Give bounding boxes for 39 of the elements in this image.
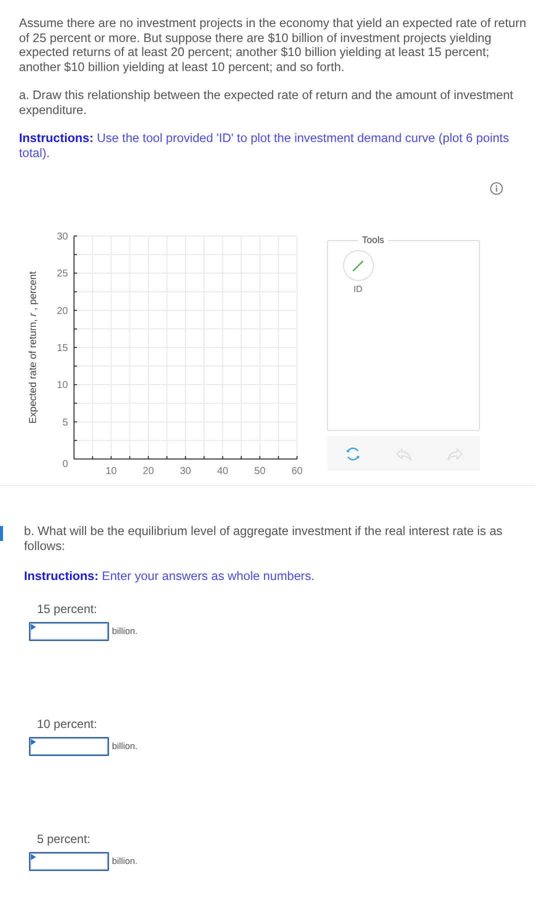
unit-label: billion. <box>112 741 138 751</box>
reset-icon <box>344 446 360 462</box>
y-axis-label: Expected rate of return, r , percent <box>28 271 39 424</box>
tools-title: Tools <box>361 235 386 246</box>
part-a-text: a. Draw this relationship between the expected rate of return and the amount of investment expenditure. <box>19 88 514 117</box>
y-tick-label: 15 <box>56 343 68 354</box>
answer-field[interactable] <box>29 622 109 640</box>
redo-icon <box>446 446 462 460</box>
reset-button[interactable] <box>344 444 362 462</box>
y-tick-label: 0 <box>62 459 68 470</box>
undo-icon <box>396 446 412 460</box>
x-tick-label: 30 <box>180 466 192 477</box>
question-text: Assume there are no investment projects in the economy that yield an expected rate of return of 25 percent or more. But suppose there are $10 billion of investment projects yielding expected returns of at least 20 percent; another $10 billion yielding at least 15 percent; another $10 billion yielding at least 10 percent; and so forth. <box>19 16 528 74</box>
y-tick-label: 30 <box>56 232 68 242</box>
unit-label: billion. <box>112 626 138 636</box>
y-tick-label: 10 <box>56 380 68 392</box>
instructions-text: Instructions: Use the tool provided 'ID' to plot the investment demand curve (plot 6 points total). <box>19 131 510 160</box>
answer-label: 5 percent: <box>36 832 92 846</box>
y-tick-label: 20 <box>56 306 68 317</box>
focus-marker <box>0 526 3 541</box>
corner-flag-icon <box>31 738 36 744</box>
answer-field[interactable] <box>29 852 109 870</box>
answer-field[interactable] <box>29 736 109 756</box>
x-tick-label: 10 <box>106 466 117 477</box>
info-icon[interactable] <box>490 182 503 195</box>
answer-label: 15 percent: <box>36 602 98 616</box>
unit-label: billion. <box>112 856 138 866</box>
y-tick-label: 5 <box>62 417 68 428</box>
x-tick-label: 20 <box>142 466 154 477</box>
instructions-text: Instructions: Enter your answers as whole numbers. <box>24 569 316 584</box>
y-tick-label: 25 <box>56 268 68 280</box>
answer-label: 10 percent: <box>36 716 98 730</box>
line-icon <box>351 258 365 272</box>
x-tick-label: 40 <box>217 466 228 477</box>
x-tick-label: 60 <box>291 466 303 477</box>
corner-flag-icon <box>31 854 36 860</box>
x-tick-label: 50 <box>254 466 266 477</box>
corner-flag-icon <box>31 624 36 630</box>
part-b-text: b. What will be the equilibrium level of aggregate investment if the real interest rate is as follows: <box>24 524 504 553</box>
